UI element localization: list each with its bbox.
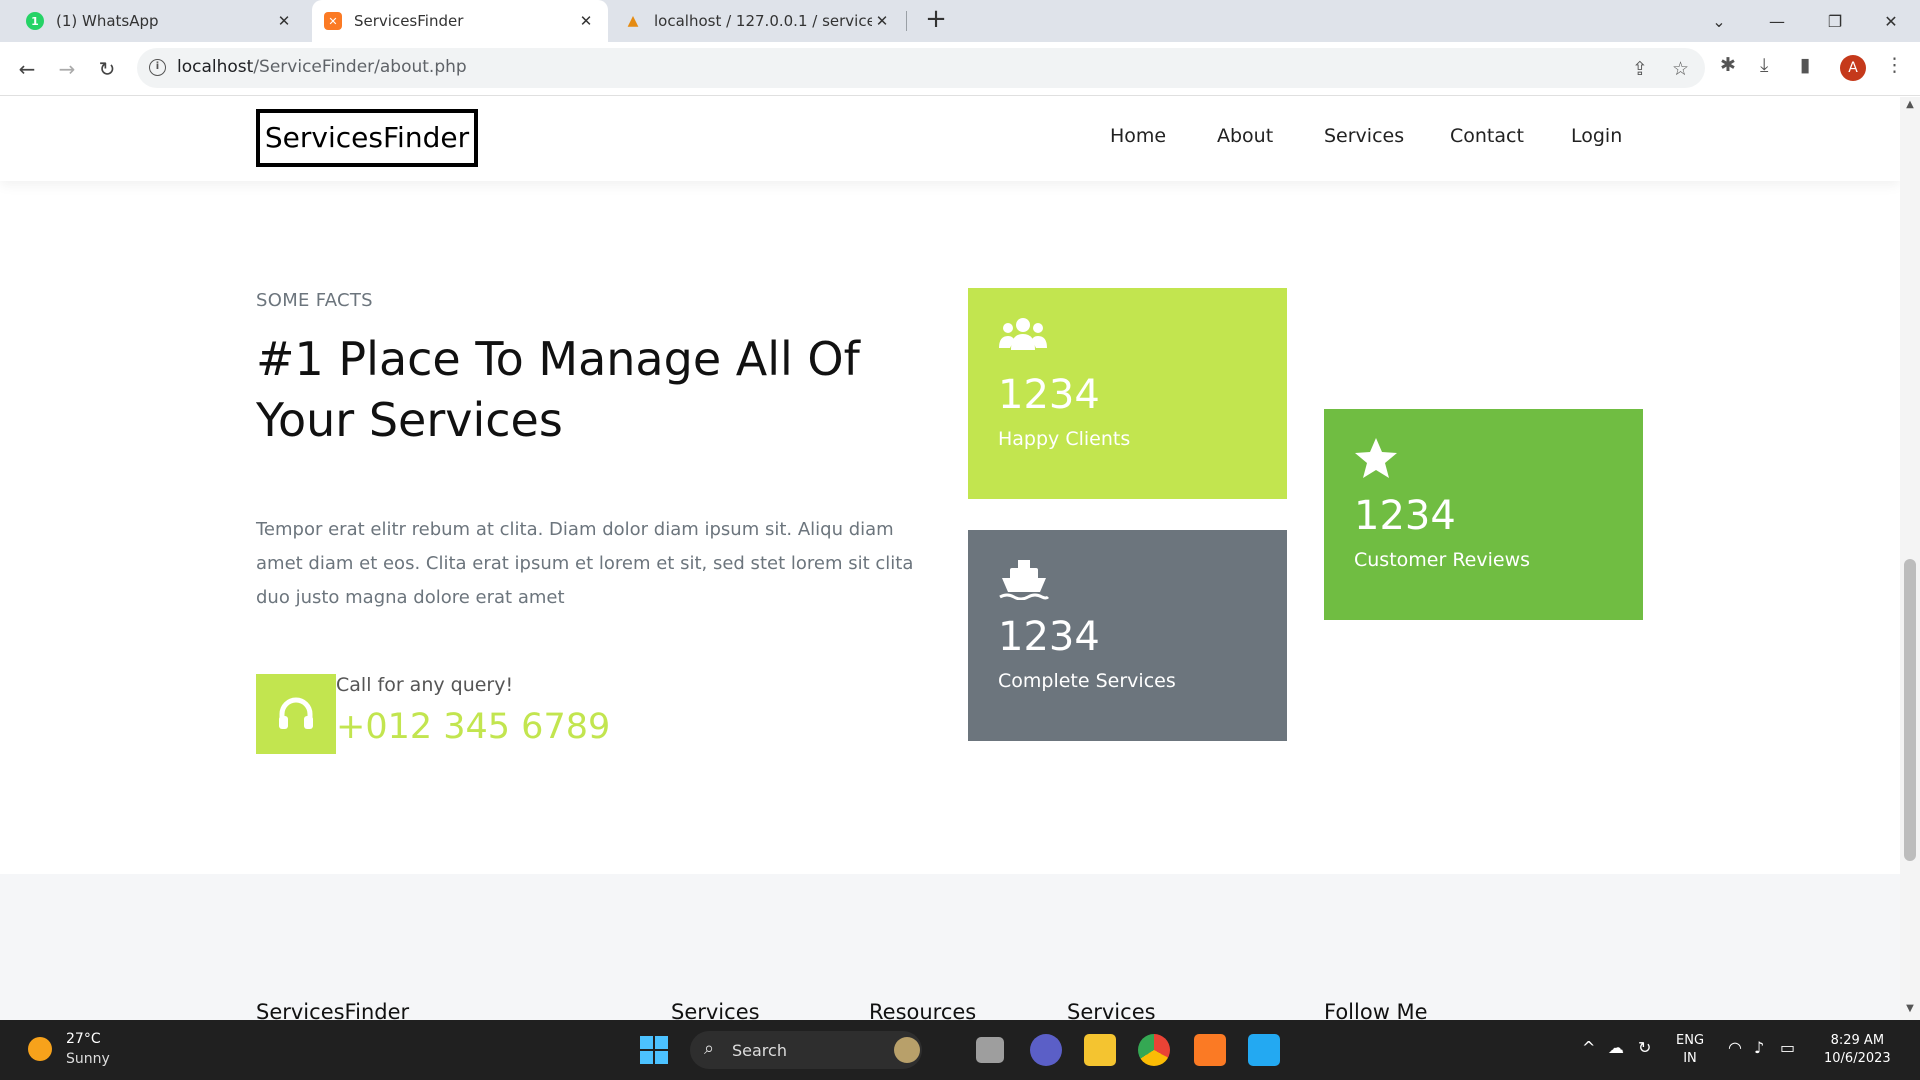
footer-services-heading-2: Services (1067, 1000, 1156, 1020)
clock-time: 8:29 AM (1830, 1033, 1885, 1048)
fact-card-happy-clients: 1234 Happy Clients (968, 288, 1287, 499)
battery-icon[interactable]: ▭ (1780, 1038, 1795, 1057)
windows-start-icon[interactable] (638, 1034, 670, 1066)
section-eyebrow: SOME FACTS (256, 290, 373, 311)
tab-search-button[interactable]: ⌄ (1690, 0, 1748, 42)
nav-services[interactable]: Services (1324, 125, 1404, 147)
back-button[interactable]: ← (12, 54, 42, 84)
search-highlight-icon (894, 1037, 920, 1063)
close-tab-icon[interactable]: ✕ (872, 12, 892, 30)
wifi-icon[interactable]: ◠ (1728, 1038, 1742, 1057)
site-info-icon[interactable]: i (149, 59, 166, 76)
fact-number: 1234 (1354, 493, 1456, 539)
address-bar[interactable]: i localhost/ServiceFinder/about.php ⇪ ☆ (137, 48, 1705, 88)
share-icon[interactable]: ⇪ (1632, 58, 1648, 80)
tray-overflow-icon[interactable]: ^ (1582, 1038, 1595, 1057)
volume-icon[interactable]: ♪ (1754, 1038, 1764, 1057)
fact-label: Happy Clients (998, 428, 1131, 450)
phpmyadmin-icon: ▲ (627, 13, 639, 29)
fact-number: 1234 (998, 372, 1100, 418)
search-icon: ⌕ (704, 1038, 715, 1059)
fact-card-complete-services: 1234 Complete Services (968, 530, 1287, 741)
clock[interactable]: 8:29 AM 10/6/2023 (1824, 1032, 1891, 1068)
search-label: Search (732, 1041, 787, 1060)
ship-icon (998, 558, 1257, 602)
scroll-up-arrow[interactable]: ▲ (1904, 99, 1916, 110)
call-label: Call for any query! (336, 674, 514, 696)
tab-title: localhost / 127.0.0.1 / servicefinc (654, 12, 872, 30)
weather-condition[interactable]: Sunny (66, 1051, 110, 1067)
footer-resources-heading: Resources (869, 1000, 977, 1020)
users-icon (998, 316, 1257, 360)
headset-icon (256, 674, 336, 754)
page-viewport: ServicesFinder Home About Services Conta… (0, 97, 1900, 1020)
call-number[interactable]: +012 345 6789 (336, 707, 610, 747)
bookmark-star-icon[interactable]: ☆ (1672, 58, 1689, 80)
browser-toolbar: ← → ↻ i localhost/ServiceFinder/about.ph… (0, 42, 1920, 96)
footer-brand-heading: ServicesFinder (256, 1000, 410, 1020)
xampp-icon[interactable] (1194, 1034, 1226, 1066)
footer-follow-heading: Follow Me (1324, 1000, 1428, 1020)
tab-phpmyadmin[interactable]: ▲ localhost / 127.0.0.1 / servicefinc ✕ (612, 0, 904, 42)
xampp-icon: ✕ (324, 12, 342, 30)
sun-icon[interactable] (28, 1037, 52, 1061)
site-navbar: ServicesFinder Home About Services Conta… (0, 97, 1900, 181)
close-window-button[interactable]: ✕ (1862, 0, 1920, 42)
restore-button[interactable]: ❐ (1806, 0, 1864, 42)
site-logo[interactable]: ServicesFinder (256, 109, 478, 167)
section-body: Tempor erat elitr rebum at clita. Diam d… (256, 519, 914, 608)
new-tab-button[interactable]: + (922, 6, 950, 34)
section-headline: #1 Place To Manage All Of Your Services (256, 332, 860, 447)
clock-date: 10/6/2023 (1824, 1051, 1891, 1066)
fact-number: 1234 (998, 614, 1100, 660)
onedrive-icon[interactable]: ☁ (1608, 1038, 1624, 1057)
forward-button[interactable]: → (52, 54, 82, 84)
scroll-thumb[interactable] (1904, 559, 1916, 861)
weather-temperature[interactable]: 27°C (66, 1031, 101, 1047)
tab-servicesfinder[interactable]: ✕ ServicesFinder ✕ (312, 0, 608, 42)
browser-tab-strip: 1 (1) WhatsApp ✕ ✕ ServicesFinder ✕ ▲ lo… (0, 0, 1920, 42)
site-footer (0, 874, 1900, 1020)
download-icon[interactable]: ⤓ (1760, 54, 1768, 76)
language-code: ENG (1676, 1033, 1705, 1048)
url-host: localhost (177, 57, 254, 77)
task-view-icon[interactable] (976, 1037, 1004, 1063)
chrome-icon[interactable] (1138, 1034, 1170, 1066)
windows-taskbar: 27°C Sunny ⌕ Search ^ ☁ ↻ ENG IN ◠ ♪ ▭ 8… (0, 1020, 1920, 1080)
fact-label: Customer Reviews (1354, 549, 1531, 571)
extensions-icon[interactable]: ✱ (1720, 54, 1736, 76)
language-indicator[interactable]: ENG IN (1676, 1032, 1704, 1068)
tab-separator (906, 11, 907, 31)
page-scrollbar[interactable]: ▲ ▼ (1900, 97, 1920, 1020)
footer-services-heading: Services (671, 1000, 760, 1020)
whatsapp-icon: 1 (26, 12, 44, 30)
reload-button[interactable]: ↻ (92, 54, 122, 84)
vscode-icon[interactable] (1248, 1034, 1280, 1066)
fact-card-customer-reviews: 1234 Customer Reviews (1324, 409, 1643, 620)
side-panel-icon[interactable]: ▮ (1800, 54, 1810, 76)
fact-label: Complete Services (998, 670, 1176, 692)
sync-icon[interactable]: ↻ (1638, 1038, 1651, 1057)
nav-home[interactable]: Home (1110, 125, 1166, 147)
tab-title: ServicesFinder (354, 12, 464, 30)
profile-avatar[interactable]: A (1840, 55, 1866, 81)
browser-menu-icon[interactable]: ⋮ (1885, 54, 1904, 76)
close-tab-icon[interactable]: ✕ (576, 12, 596, 30)
url-path: /ServiceFinder/about.php (253, 57, 467, 77)
meet-icon[interactable] (1030, 1034, 1062, 1066)
nav-login[interactable]: Login (1571, 125, 1622, 147)
file-explorer-icon[interactable] (1084, 1034, 1116, 1066)
star-icon (1354, 437, 1613, 481)
nav-about[interactable]: About (1217, 125, 1273, 147)
taskbar-search[interactable]: ⌕ Search (690, 1031, 922, 1069)
close-tab-icon[interactable]: ✕ (274, 12, 294, 30)
region-code: IN (1683, 1051, 1697, 1066)
nav-contact[interactable]: Contact (1450, 125, 1524, 147)
scroll-down-arrow[interactable]: ▼ (1904, 1003, 1916, 1014)
tab-whatsapp[interactable]: 1 (1) WhatsApp ✕ (14, 0, 306, 42)
minimize-button[interactable]: — (1748, 0, 1806, 42)
url-text: localhost/ServiceFinder/about.php (177, 57, 467, 77)
tab-title: (1) WhatsApp (56, 12, 159, 30)
